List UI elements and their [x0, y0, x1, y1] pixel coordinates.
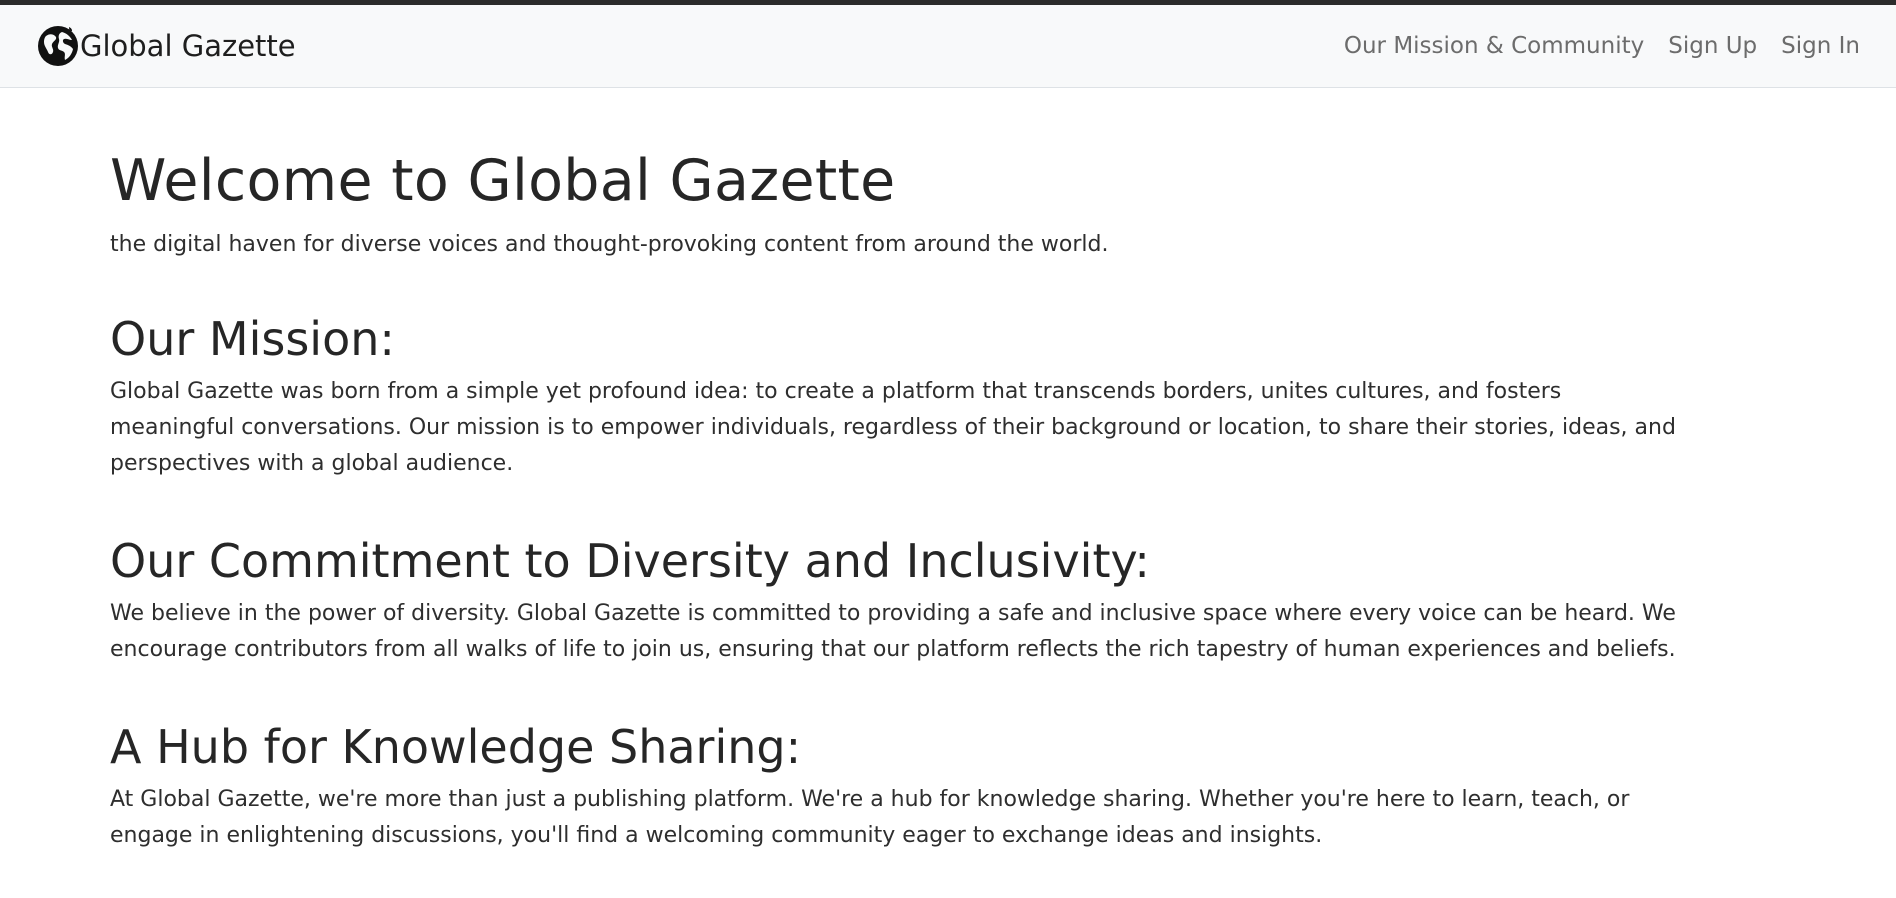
- section-diversity: Our Commitment to Diversity and Inclusiv…: [110, 534, 1680, 668]
- brand-name: Global Gazette: [80, 29, 296, 63]
- page-tagline: the digital haven for diverse voices and…: [110, 232, 1109, 257]
- page-title: Welcome to Global Gazette: [110, 148, 896, 214]
- main-content: Welcome to Global Gazette the digital ha…: [0, 148, 1680, 854]
- section-heading: A Hub for Knowledge Sharing:: [110, 720, 802, 774]
- section-knowledge: A Hub for Knowledge Sharing: At Global G…: [110, 720, 1680, 854]
- section-heading: Our Commitment to Diversity and Inclusiv…: [110, 534, 1150, 588]
- nav-links: Our Mission & Community Sign Up Sign In: [1320, 33, 1860, 59]
- section-text: Global Gazette was born from a simple ye…: [110, 379, 1676, 476]
- globe-icon: [36, 24, 80, 68]
- navbar: Global Gazette Our Mission & Community S…: [0, 5, 1896, 88]
- nav-link-sign-up[interactable]: Sign Up: [1668, 33, 1757, 59]
- nav-link-mission-community[interactable]: Our Mission & Community: [1344, 33, 1644, 59]
- brand-link[interactable]: Global Gazette: [36, 24, 296, 68]
- nav-link-sign-in[interactable]: Sign In: [1781, 33, 1860, 59]
- section-mission: Our Mission: Global Gazette was born fro…: [110, 312, 1680, 482]
- section-text: At Global Gazette, we're more than just …: [110, 787, 1630, 848]
- section-text: We believe in the power of diversity. Gl…: [110, 601, 1676, 662]
- section-heading: Our Mission:: [110, 312, 395, 366]
